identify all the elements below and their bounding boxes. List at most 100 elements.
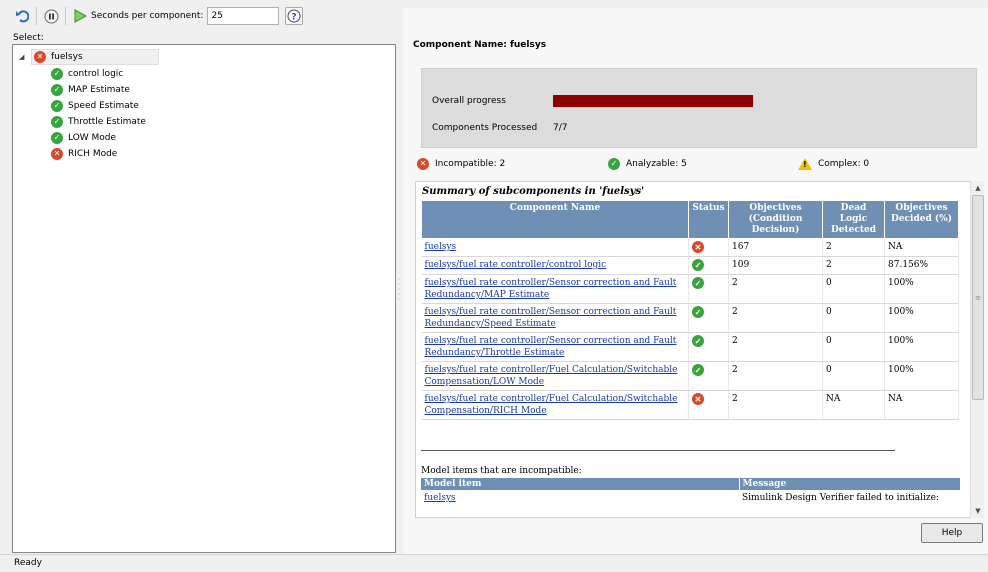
tree-item-label: LOW Mode xyxy=(68,133,117,143)
decided-cell: 87.156% xyxy=(884,256,959,275)
dead-logic-cell: NA xyxy=(822,390,885,420)
objectives-cell: 2 xyxy=(728,390,823,420)
decided-cell: NA xyxy=(884,238,959,257)
overall-progress-bar xyxy=(553,95,753,107)
ok-status-icon: ✓ xyxy=(51,132,63,144)
message-cell: Simulink Design Verifier failed to initi… xyxy=(742,493,939,503)
legend-incompatible: ✕ Incompatible: 2 xyxy=(417,158,505,170)
component-tree: ◢ ✕ fuelsys ✓ control logic ✓ MAP Estima… xyxy=(12,44,396,553)
components-processed-label: Components Processed xyxy=(432,123,538,133)
column-header: Objectives Decided (%) xyxy=(884,200,959,239)
ok-status-icon: ✓ xyxy=(692,277,704,289)
overall-progress-label: Overall progress xyxy=(432,96,506,106)
report-title: Summary of subcomponents in 'fuelsys' xyxy=(422,186,645,197)
report-scrollbar[interactable]: ▲ ≡ ▼ xyxy=(970,181,984,518)
table-row: fuelsys/fuel rate controller/control log… xyxy=(421,256,959,275)
model-item-link[interactable]: fuelsys xyxy=(424,493,456,503)
tree-item-rich-mode[interactable]: ✕ RICH Mode xyxy=(51,146,117,162)
panel-splitter-handle[interactable]: · · · · · xyxy=(397,276,401,307)
components-processed-value: 7/7 xyxy=(553,123,568,133)
column-header: Objectives (Condition Decision) xyxy=(728,200,823,239)
details-panel: Component Name: fuelsys Overall progress… xyxy=(403,8,988,554)
error-status-icon: ✕ xyxy=(692,393,704,405)
complex-count: Complex: 0 xyxy=(818,159,870,169)
objectives-cell: 2 xyxy=(728,361,823,391)
column-header: Status xyxy=(688,200,729,239)
tree-item-map-estimate[interactable]: ✓ MAP Estimate xyxy=(51,82,130,98)
decided-cell: 100% xyxy=(884,274,959,304)
tree-item-throttle-estimate[interactable]: ✓ Throttle Estimate xyxy=(51,114,146,130)
objectives-cell: 2 xyxy=(728,303,823,333)
table-row: fuelsys/fuel rate controller/Sensor corr… xyxy=(421,332,959,362)
scroll-up-arrow-icon[interactable]: ▲ xyxy=(971,181,985,195)
error-status-icon: ✕ xyxy=(692,241,704,253)
select-label: Select: xyxy=(13,33,44,43)
table-row: fuelsys/fuel rate controller/Fuel Calcul… xyxy=(421,361,959,391)
ok-status-icon: ✓ xyxy=(692,259,704,271)
component-link[interactable]: fuelsys/fuel rate controller/Sensor corr… xyxy=(425,336,677,358)
ok-status-icon: ✓ xyxy=(51,116,63,128)
tree-item-label: fuelsys xyxy=(51,52,83,62)
tree-item-label: MAP Estimate xyxy=(68,85,130,95)
collapse-arrow-icon[interactable]: ◢ xyxy=(19,53,31,61)
ok-status-icon: ✓ xyxy=(51,100,63,112)
tree-item-speed-estimate[interactable]: ✓ Speed Estimate xyxy=(51,98,139,114)
component-link[interactable]: fuelsys/fuel rate controller/Sensor corr… xyxy=(425,278,677,300)
table-header-row: Model item Message xyxy=(421,478,961,490)
ok-status-icon: ✓ xyxy=(51,84,63,96)
decided-cell: 100% xyxy=(884,303,959,333)
column-header: Component Name xyxy=(421,200,689,239)
decided-cell: NA xyxy=(884,390,959,420)
table-row: fuelsys ✕ 167 2 NA xyxy=(421,238,959,257)
objectives-cell: 109 xyxy=(728,256,823,275)
error-status-icon: ✕ xyxy=(34,51,46,63)
scroll-down-arrow-icon[interactable]: ▼ xyxy=(971,504,985,518)
table-header-row: Component Name Status Objectives (Condit… xyxy=(421,200,959,239)
section-divider xyxy=(421,450,895,451)
pause-icon[interactable] xyxy=(43,8,59,24)
component-link[interactable]: fuelsys/fuel rate controller/control log… xyxy=(425,260,607,270)
ok-status-icon: ✓ xyxy=(692,306,704,318)
component-link[interactable]: fuelsys/fuel rate controller/Fuel Calcul… xyxy=(425,365,678,387)
component-link[interactable]: fuelsys/fuel rate controller/Fuel Calcul… xyxy=(425,394,678,416)
subcomponents-table: Component Name Status Objectives (Condit… xyxy=(421,200,959,420)
tree-item-label: control logic xyxy=(68,69,124,79)
column-header: Model item xyxy=(421,478,740,490)
dead-logic-cell: 2 xyxy=(822,256,885,275)
scroll-thumb[interactable]: ≡ xyxy=(972,195,984,400)
tree-item-control-logic[interactable]: ✓ control logic xyxy=(51,66,123,82)
dead-logic-cell: 0 xyxy=(822,361,885,391)
ok-status-icon: ✓ xyxy=(51,68,63,80)
tree-root-selected[interactable]: ✕ fuelsys xyxy=(31,49,159,65)
ok-status-icon: ✓ xyxy=(608,158,620,170)
objectives-cell: 167 xyxy=(728,238,823,257)
component-link[interactable]: fuelsys xyxy=(425,242,457,252)
table-row: fuelsys Simulink Design Verifier failed … xyxy=(421,490,961,506)
seconds-per-component-input[interactable] xyxy=(207,7,280,25)
error-status-icon: ✕ xyxy=(51,148,63,160)
seconds-per-component-label: Seconds per component: xyxy=(91,11,204,21)
tree-item-low-mode[interactable]: ✓ LOW Mode xyxy=(51,130,116,146)
objectives-cell: 2 xyxy=(728,332,823,362)
error-status-icon: ✕ xyxy=(417,158,429,170)
warning-icon: ! xyxy=(798,158,812,170)
help-icon[interactable]: ? xyxy=(285,7,304,25)
help-button[interactable]: Help xyxy=(921,523,983,543)
ok-status-icon: ✓ xyxy=(692,335,704,347)
table-row: fuelsys/fuel rate controller/Sensor corr… xyxy=(421,303,959,333)
play-icon[interactable] xyxy=(72,8,88,24)
ok-status-icon: ✓ xyxy=(692,364,704,376)
decided-cell: 100% xyxy=(884,332,959,362)
progress-box: Overall progress Components Processed 7/… xyxy=(421,68,977,148)
decided-cell: 100% xyxy=(884,361,959,391)
tree-root-item[interactable]: ◢ ✕ fuelsys xyxy=(19,49,159,65)
undo-icon[interactable] xyxy=(14,8,30,24)
status-bar: Ready xyxy=(0,554,988,571)
objectives-cell: 2 xyxy=(728,274,823,304)
incompatible-items-table: Model item Message fuelsys Simulink Desi… xyxy=(421,478,961,506)
legend-complex: ! Complex: 0 xyxy=(798,158,869,170)
column-header: Message xyxy=(739,478,961,490)
svg-text:?: ? xyxy=(292,13,297,23)
component-link[interactable]: fuelsys/fuel rate controller/Sensor corr… xyxy=(425,307,677,329)
incompatible-items-title: Model items that are incompatible: xyxy=(421,466,582,476)
